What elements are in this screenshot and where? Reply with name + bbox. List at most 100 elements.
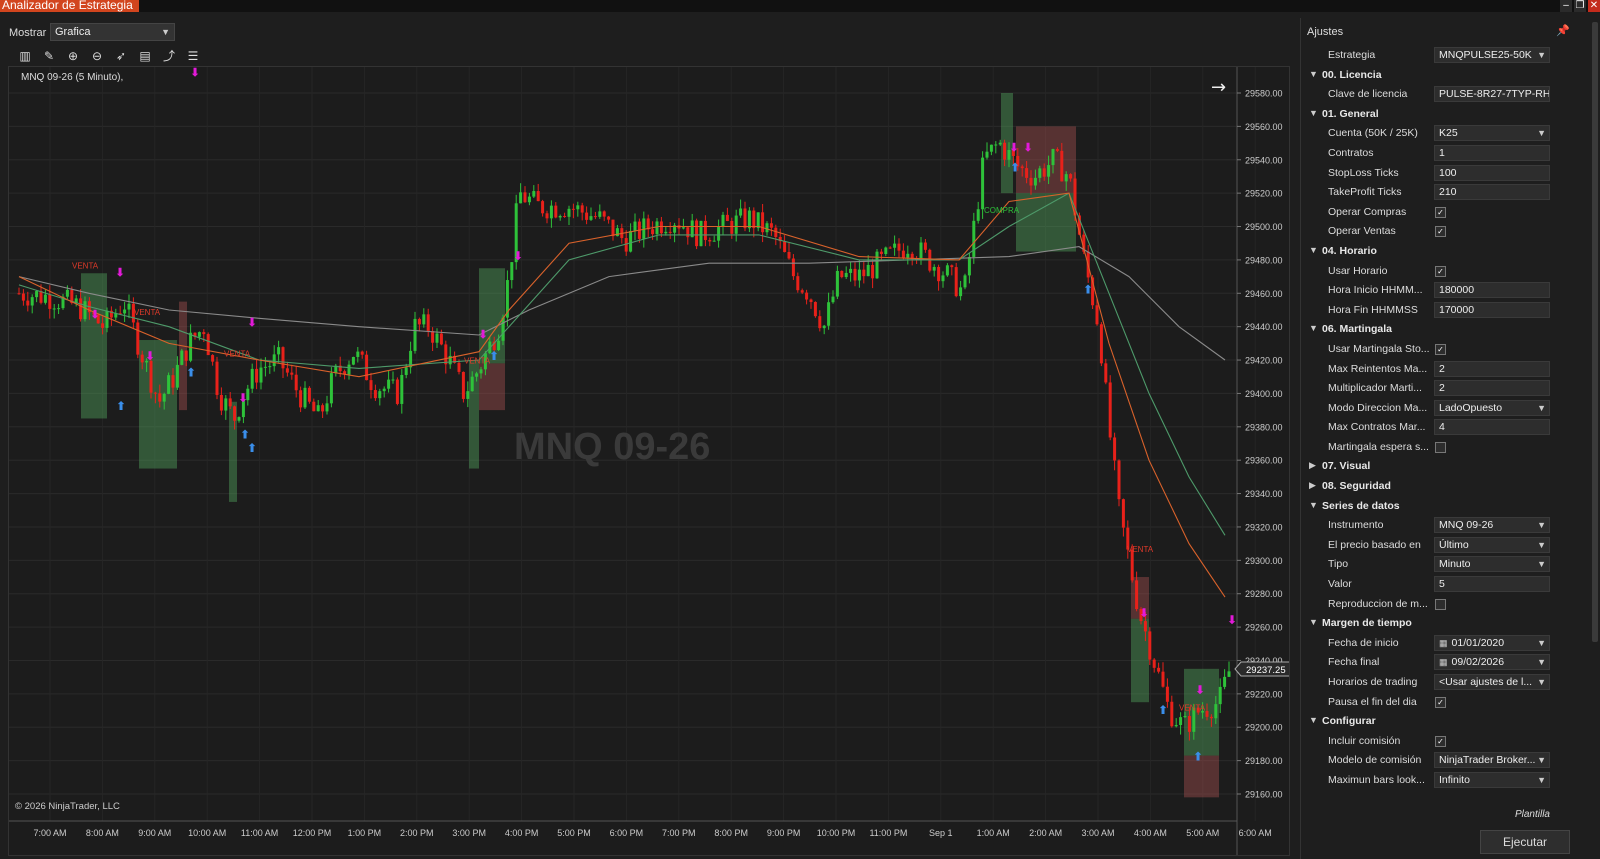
property-row[interactable]: Operar Ventas ✓	[1301, 221, 1553, 241]
property-row[interactable]: Valor 5	[1301, 574, 1553, 594]
category-row[interactable]: ▼ 00. Licencia	[1301, 65, 1553, 85]
pointer-icon[interactable]: ➶	[112, 48, 130, 64]
chevron-down-icon[interactable]: ▼	[1537, 753, 1546, 767]
chevron-down-icon[interactable]: ▼	[1537, 655, 1546, 669]
chevron-down-icon[interactable]: ▼	[1537, 126, 1546, 140]
property-dropdown[interactable]: MNQ 09-26 ▼	[1434, 517, 1550, 534]
property-input[interactable]: 170000	[1434, 301, 1550, 318]
property-row[interactable]: Fecha de inicio ▦ 01/01/2020 ▼	[1301, 633, 1553, 653]
chevron-down-icon[interactable]: ▼	[1537, 636, 1546, 650]
chevron-down-icon[interactable]: ▼	[1537, 557, 1546, 571]
category-row[interactable]: ▶ 07. Visual	[1301, 456, 1553, 476]
list-icon[interactable]: ☰	[184, 48, 202, 64]
expand-down-icon[interactable]: ▼	[1309, 500, 1318, 510]
chevron-down-icon[interactable]: ▼	[1537, 518, 1546, 532]
property-row[interactable]: Pausa el fin del dia ✓	[1301, 692, 1553, 712]
category-row[interactable]: ▼ Margen de tiempo	[1301, 613, 1553, 633]
data-box-icon[interactable]: ▤	[136, 48, 154, 64]
property-dropdown[interactable]: NinjaTrader Broker... ▼	[1434, 752, 1550, 769]
property-input[interactable]: 2	[1434, 360, 1550, 377]
property-checkbox[interactable]: ✓	[1435, 735, 1446, 747]
chart-canvas[interactable]: ⬇⬇⬇⬇⬇⬇⬇⬇⬇⬇⬇⬇⬇⬆⬆⬆⬆⬆⬆⬆⬆⬆VENTAVENTAVENTAVEN…	[9, 67, 1289, 855]
property-checkbox[interactable]: ✓	[1435, 696, 1446, 708]
property-row[interactable]: Hora Fin HHMMSS 170000	[1301, 300, 1553, 320]
property-row[interactable]: Hora Inicio HHMM... 180000	[1301, 280, 1553, 300]
category-row[interactable]: ▼ Configurar	[1301, 711, 1553, 731]
settings-scrollbar[interactable]	[1592, 22, 1598, 642]
expand-down-icon[interactable]: ▼	[1309, 69, 1318, 79]
minimize-icon[interactable]: –	[1560, 0, 1572, 12]
property-row[interactable]: El precio basado en Último ▼	[1301, 535, 1553, 555]
property-checkbox[interactable]	[1435, 598, 1446, 610]
property-row[interactable]: Max Contratos Mar... 4	[1301, 417, 1553, 437]
property-input[interactable]: 210	[1434, 184, 1550, 201]
property-input[interactable]: 180000	[1434, 282, 1550, 299]
template-link[interactable]: Plantilla	[1515, 809, 1550, 820]
category-row[interactable]: ▼ 01. General	[1301, 104, 1553, 124]
property-row[interactable]: Maximun bars look... Infinito ▼	[1301, 770, 1553, 790]
expand-down-icon[interactable]: ▼	[1309, 108, 1318, 118]
expand-right-icon[interactable]: ▶	[1309, 460, 1316, 471]
chevron-down-icon[interactable]: ▼	[1537, 48, 1546, 62]
pin-icon[interactable]: 📌	[1556, 24, 1570, 37]
category-row[interactable]: ▼ 06. Martingala	[1301, 319, 1553, 339]
property-row[interactable]: Cuenta (50K / 25K) K25 ▼	[1301, 123, 1553, 143]
property-input[interactable]: 5	[1434, 576, 1550, 593]
chevron-down-icon[interactable]: ▼	[1537, 773, 1546, 787]
property-row[interactable]: Contratos 1	[1301, 143, 1553, 163]
property-dropdown[interactable]: LadoOpuesto ▼	[1434, 399, 1550, 416]
property-row[interactable]: Fecha final ▦ 09/02/2026 ▼	[1301, 652, 1553, 672]
property-dropdown[interactable]: ▦ 09/02/2026 ▼	[1434, 654, 1550, 671]
property-input[interactable]: 1	[1434, 144, 1550, 161]
run-button[interactable]: Ejecutar	[1480, 830, 1570, 854]
property-row[interactable]: Multiplicador Marti... 2	[1301, 378, 1553, 398]
property-row[interactable]: StopLoss Ticks 100	[1301, 163, 1553, 183]
property-checkbox[interactable]: ✓	[1435, 343, 1446, 355]
close-icon[interactable]: ✕	[1588, 0, 1600, 12]
arrow-right-icon[interactable]: →	[1211, 77, 1226, 98]
restore-icon[interactable]: ❐	[1574, 0, 1586, 12]
property-checkbox[interactable]: ✓	[1435, 226, 1446, 238]
zoom-in-icon[interactable]: ⊕	[64, 48, 82, 64]
expand-down-icon[interactable]: ▼	[1309, 323, 1318, 333]
property-row[interactable]: Usar Horario ✓	[1301, 261, 1553, 281]
property-row[interactable]: Tipo Minuto ▼	[1301, 554, 1553, 574]
expand-right-icon[interactable]: ▶	[1309, 480, 1316, 491]
property-checkbox[interactable]	[1435, 441, 1446, 453]
expand-down-icon[interactable]: ▼	[1309, 617, 1318, 627]
property-row[interactable]: Modo Direccion Ma... LadoOpuesto ▼	[1301, 398, 1553, 418]
property-row[interactable]: TakeProfit Ticks 210	[1301, 182, 1553, 202]
property-row[interactable]: Horarios de trading <Usar ajustes de l...…	[1301, 672, 1553, 692]
property-dropdown[interactable]: Último ▼	[1434, 536, 1550, 553]
chevron-down-icon[interactable]: ▼	[1537, 401, 1546, 415]
zoom-out-icon[interactable]: ⊖	[88, 48, 106, 64]
property-dropdown[interactable]: Infinito ▼	[1434, 771, 1550, 788]
property-input[interactable]: 100	[1434, 164, 1550, 181]
property-row[interactable]: Reproduccion de m...	[1301, 594, 1553, 614]
property-dropdown[interactable]: MNQPULSE25-50K ▼	[1434, 47, 1550, 63]
display-select[interactable]: Grafica ▼	[50, 23, 175, 41]
property-row[interactable]: Estrategia MNQPULSE25-50K ▼	[1301, 45, 1553, 65]
calendar-icon[interactable]: ▦	[1439, 638, 1448, 648]
bar-style-icon[interactable]: ▥	[16, 48, 34, 64]
property-row[interactable]: Martingala espera s...	[1301, 437, 1553, 457]
indicator-icon[interactable]: ⤴	[160, 48, 178, 64]
property-row[interactable]: Usar Martingala Sto... ✓	[1301, 339, 1553, 359]
property-dropdown[interactable]: <Usar ajustes de l... ▼	[1434, 674, 1550, 690]
chevron-down-icon[interactable]: ▼	[1537, 538, 1546, 552]
expand-down-icon[interactable]: ▼	[1309, 715, 1318, 725]
property-input[interactable]: 2	[1434, 380, 1550, 397]
property-row[interactable]: Modelo de comisión NinjaTrader Broker... ▼	[1301, 750, 1553, 770]
property-row[interactable]: Max Reintentos Ma... 2	[1301, 359, 1553, 379]
property-row[interactable]: Incluir comisión ✓	[1301, 731, 1553, 751]
property-input[interactable]: PULSE-8R27-7TYP-RH	[1434, 86, 1550, 103]
price-chart[interactable]: ⬇ ⬇ ⬇ ⬇ ⬇ ⬇ ⬇ ⬇ ⬇ ⬇ ⬇ ⬇ ⬇ ⬆ ⬆ ⬆ ⬆ ⬆ ⬆ ⬆ ⬆ ⬆ VENTA VENTA VENTA VEN…	[8, 66, 1290, 856]
property-dropdown[interactable]: Minuto ▼	[1434, 556, 1550, 573]
pencil-icon[interactable]: ✎	[40, 48, 58, 64]
property-input[interactable]: 4	[1434, 419, 1550, 436]
property-row[interactable]: Operar Compras ✓	[1301, 202, 1553, 222]
category-row[interactable]: ▼ Series de datos	[1301, 496, 1553, 516]
expand-down-icon[interactable]: ▼	[1309, 245, 1318, 255]
chevron-down-icon[interactable]: ▼	[1537, 675, 1546, 689]
calendar-icon[interactable]: ▦	[1439, 657, 1448, 667]
